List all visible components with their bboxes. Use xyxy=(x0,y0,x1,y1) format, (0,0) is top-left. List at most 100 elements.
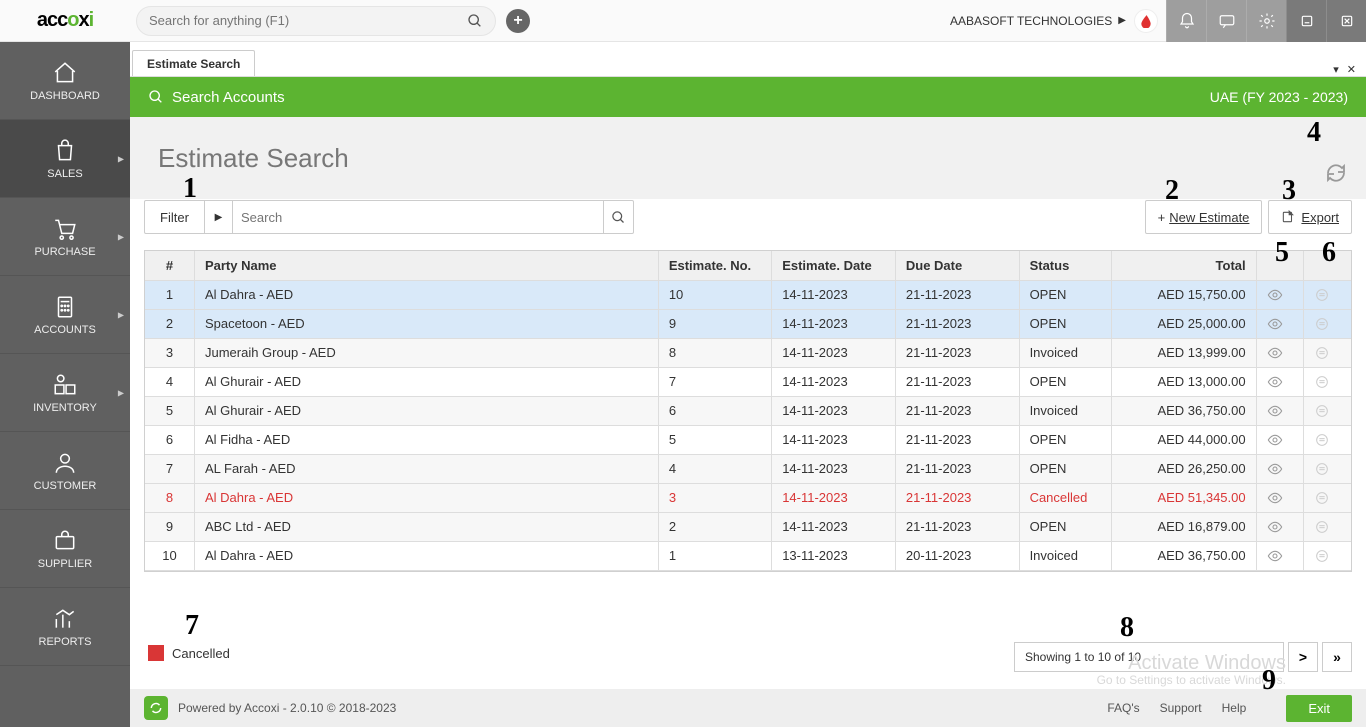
row-num: 2 xyxy=(145,309,194,338)
close-button[interactable] xyxy=(1326,0,1366,42)
view-icon[interactable] xyxy=(1256,309,1303,338)
view-icon[interactable] xyxy=(1256,280,1303,309)
row-total: AED 25,000.00 xyxy=(1112,309,1256,338)
filter-search-icon[interactable] xyxy=(603,201,633,233)
callout-2: 2 xyxy=(1165,175,1179,207)
row-due: 21-11-2023 xyxy=(895,512,1019,541)
view-icon[interactable] xyxy=(1256,367,1303,396)
row-party: Jumeraih Group - AED xyxy=(194,338,658,367)
add-button[interactable]: + xyxy=(506,9,530,33)
row-total: AED 26,250.00 xyxy=(1112,454,1256,483)
callout-7: 7 xyxy=(185,610,199,642)
export-button[interactable]: Export xyxy=(1268,200,1352,234)
row-menu-icon[interactable] xyxy=(1304,541,1351,570)
row-menu-icon[interactable] xyxy=(1304,512,1351,541)
row-menu-icon[interactable] xyxy=(1304,338,1351,367)
row-menu-icon[interactable] xyxy=(1304,425,1351,454)
bell-icon[interactable] xyxy=(1166,0,1206,42)
chat-icon[interactable] xyxy=(1206,0,1246,42)
company-menu-arrow[interactable]: ▶ xyxy=(1118,15,1126,26)
table-row[interactable]: 10Al Dahra - AED113-11-202320-11-2023Inv… xyxy=(145,541,1351,570)
col-due[interactable]: Due Date xyxy=(895,251,1019,280)
bag-icon xyxy=(52,138,78,164)
nav-customer[interactable]: CUSTOMER xyxy=(0,432,130,510)
chevron-right-icon: ▶ xyxy=(118,154,124,163)
row-date: 14-11-2023 xyxy=(772,512,896,541)
global-search[interactable] xyxy=(136,6,496,36)
company-name[interactable]: AABASOFT TECHNOLOGIES xyxy=(950,14,1112,28)
row-date: 14-11-2023 xyxy=(772,425,896,454)
view-icon[interactable] xyxy=(1256,396,1303,425)
chevron-right-icon: ▶ xyxy=(118,310,124,319)
view-icon[interactable] xyxy=(1256,512,1303,541)
footer-support[interactable]: Support xyxy=(1160,701,1202,715)
refresh-icon[interactable] xyxy=(1324,161,1348,185)
table-row[interactable]: 9ABC Ltd - AED214-11-202321-11-2023OPENA… xyxy=(145,512,1351,541)
company-avatar[interactable] xyxy=(1134,9,1158,33)
nav-reports[interactable]: REPORTS xyxy=(0,588,130,666)
row-party: Al Dahra - AED xyxy=(194,483,658,512)
nav-inventory[interactable]: INVENTORY▶ xyxy=(0,354,130,432)
search-icon xyxy=(148,89,164,105)
global-search-input[interactable] xyxy=(149,13,467,28)
callout-5: 5 xyxy=(1275,237,1289,269)
table-row[interactable]: 1Al Dahra - AED1014-11-202321-11-2023OPE… xyxy=(145,280,1351,309)
filter-search-input[interactable] xyxy=(233,201,603,233)
row-due: 21-11-2023 xyxy=(895,454,1019,483)
table-row[interactable]: 5Al Ghurair - AED614-11-202321-11-2023In… xyxy=(145,396,1351,425)
col-no[interactable]: Estimate. No. xyxy=(658,251,771,280)
new-estimate-button[interactable]: +New Estimate xyxy=(1145,200,1263,234)
row-date: 14-11-2023 xyxy=(772,280,896,309)
col-total[interactable]: Total xyxy=(1112,251,1256,280)
nav-sales[interactable]: SALES▶ xyxy=(0,120,130,198)
row-status: OPEN xyxy=(1019,425,1112,454)
nav-supplier[interactable]: SUPPLIER xyxy=(0,510,130,588)
col-date[interactable]: Estimate. Date xyxy=(772,251,896,280)
page-title: Estimate Search xyxy=(158,143,349,174)
row-menu-icon[interactable] xyxy=(1304,367,1351,396)
table-row[interactable]: 6Al Fidha - AED514-11-202321-11-2023OPEN… xyxy=(145,425,1351,454)
row-menu-icon[interactable] xyxy=(1304,280,1351,309)
tab-close-icon[interactable]: ✕ xyxy=(1347,63,1356,76)
view-icon[interactable] xyxy=(1256,338,1303,367)
exit-button[interactable]: Exit xyxy=(1286,695,1352,722)
fiscal-year: UAE (FY 2023 - 2023) xyxy=(1210,89,1348,105)
row-num: 4 xyxy=(145,367,194,396)
table-row[interactable]: 2Spacetoon - AED914-11-202321-11-2023OPE… xyxy=(145,309,1351,338)
table-row[interactable]: 8Al Dahra - AED314-11-202321-11-2023Canc… xyxy=(145,483,1351,512)
nav-dashboard[interactable]: DASHBOARD xyxy=(0,42,130,120)
table-row[interactable]: 7AL Farah - AED414-11-202321-11-2023OPEN… xyxy=(145,454,1351,483)
row-num: 9 xyxy=(145,512,194,541)
app-logo: accoxi xyxy=(0,9,130,32)
gear-icon[interactable] xyxy=(1246,0,1286,42)
col-status[interactable]: Status xyxy=(1019,251,1112,280)
footer-faq[interactable]: FAQ's xyxy=(1107,701,1139,715)
nav-accounts[interactable]: ACCOUNTS▶ xyxy=(0,276,130,354)
view-icon[interactable] xyxy=(1256,541,1303,570)
nav-purchase[interactable]: PURCHASE▶ xyxy=(0,198,130,276)
row-menu-icon[interactable] xyxy=(1304,309,1351,338)
row-status: OPEN xyxy=(1019,367,1112,396)
view-icon[interactable] xyxy=(1256,454,1303,483)
minimize-button[interactable] xyxy=(1286,0,1326,42)
next-page-button[interactable]: > xyxy=(1288,642,1318,672)
footer-help[interactable]: Help xyxy=(1222,701,1247,715)
col-party[interactable]: Party Name xyxy=(194,251,658,280)
view-icon[interactable] xyxy=(1256,425,1303,454)
row-menu-icon[interactable] xyxy=(1304,483,1351,512)
tab-min-icon[interactable]: ▾ xyxy=(1333,63,1339,76)
table-row[interactable]: 4Al Ghurair - AED714-11-202321-11-2023OP… xyxy=(145,367,1351,396)
view-icon[interactable] xyxy=(1256,483,1303,512)
row-status: OPEN xyxy=(1019,454,1112,483)
table-row[interactable]: 3Jumeraih Group - AED814-11-202321-11-20… xyxy=(145,338,1351,367)
row-date: 14-11-2023 xyxy=(772,338,896,367)
last-page-button[interactable]: » xyxy=(1322,642,1352,672)
row-num: 3 xyxy=(145,338,194,367)
row-menu-icon[interactable] xyxy=(1304,396,1351,425)
filter-label[interactable]: Filter xyxy=(145,201,205,233)
filter-expand-icon[interactable]: ▶ xyxy=(205,201,233,233)
col-num[interactable]: # xyxy=(145,251,194,280)
export-icon xyxy=(1281,210,1295,224)
tab-estimate-search[interactable]: Estimate Search xyxy=(132,50,255,76)
row-menu-icon[interactable] xyxy=(1304,454,1351,483)
